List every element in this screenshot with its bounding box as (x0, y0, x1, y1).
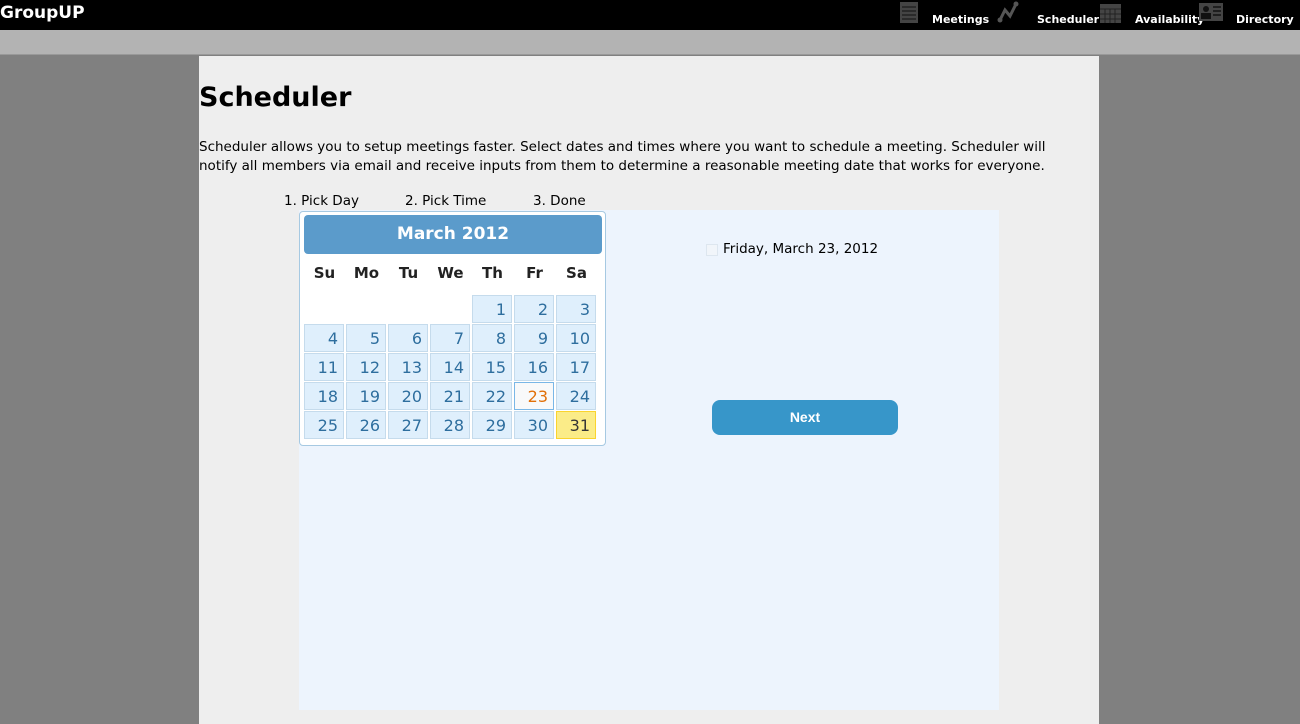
weekday-header: Sa (566, 264, 587, 282)
contact-card-icon (1199, 3, 1223, 21)
calendar-day[interactable]: 30 (514, 411, 554, 439)
calendar-month-title: March 2012 (304, 215, 602, 254)
content-panel: Scheduler Scheduler allows you to setup … (199, 56, 1099, 724)
calendar-day[interactable]: 2 (514, 295, 554, 323)
calendar-icon (1100, 4, 1121, 23)
next-button[interactable]: Next (712, 400, 898, 435)
calendar-day[interactable]: 4 (304, 324, 344, 352)
top-bar: GroupUP Meetings Scheduler Availability … (0, 0, 1300, 30)
line-graph-icon (997, 1, 1019, 23)
nav-meetings[interactable]: Meetings (898, 0, 990, 30)
calendar-day[interactable]: 24 (556, 382, 596, 410)
calendar-day[interactable]: 8 (472, 324, 512, 352)
nav-availability[interactable]: Availability (1099, 0, 1204, 30)
app-logo[interactable]: GroupUP (0, 3, 85, 23)
weekday-header: Mo (353, 264, 380, 282)
calendar-day[interactable]: 1 (472, 295, 512, 323)
calendar-day[interactable]: 31 (556, 411, 596, 439)
calendar-day[interactable]: 25 (304, 411, 344, 439)
calendar-day[interactable]: 23 (514, 382, 554, 410)
sub-bar (0, 30, 1300, 55)
calendar-day[interactable]: 21 (430, 382, 470, 410)
calendar-day[interactable]: 3 (556, 295, 596, 323)
calendar-day[interactable]: 17 (556, 353, 596, 381)
calendar-day[interactable]: 18 (304, 382, 344, 410)
weekday-header: Fr (526, 264, 543, 282)
page-title: Scheduler (199, 82, 352, 113)
date-checkbox[interactable] (706, 244, 718, 256)
nav-directory[interactable]: Directory (1199, 0, 1294, 30)
calendar-day[interactable]: 10 (556, 324, 596, 352)
calendar-day[interactable]: 6 (388, 324, 428, 352)
page-description: Scheduler allows you to setup meetings f… (199, 139, 1046, 174)
weekday-header: Su (313, 264, 336, 282)
calendar-day[interactable]: 13 (388, 353, 428, 381)
datepicker: March 2012 Su Mo Tu We Th Fr Sa 1 2 3 4 5 6 7 8 9 10 11 1… (299, 211, 606, 446)
calendar-day[interactable]: 20 (388, 382, 428, 410)
calendar-day[interactable]: 29 (472, 411, 512, 439)
calendar-day[interactable]: 14 (430, 353, 470, 381)
calendar-day[interactable]: 9 (514, 324, 554, 352)
calendar-day[interactable]: 5 (346, 324, 386, 352)
notepad-icon (900, 2, 918, 23)
weekday-header: Tu (398, 264, 419, 282)
calendar-day[interactable]: 22 (472, 382, 512, 410)
nav-label: Meetings (932, 13, 990, 26)
calendar-day[interactable]: 26 (346, 411, 386, 439)
calendar-day[interactable]: 12 (346, 353, 386, 381)
calendar-day[interactable]: 11 (304, 353, 344, 381)
weekday-header: Th (482, 264, 503, 282)
calendar-day[interactable]: 27 (388, 411, 428, 439)
step-pick-day: 1. Pick Day (284, 193, 359, 209)
calendar-day[interactable]: 16 (514, 353, 554, 381)
calendar-day[interactable]: 7 (430, 324, 470, 352)
calendar-day[interactable]: 28 (430, 411, 470, 439)
nav-scheduler[interactable]: Scheduler (997, 0, 1099, 30)
step-pick-time: 2. Pick Time (405, 193, 487, 209)
scheduler-area: March 2012 Su Mo Tu We Th Fr Sa 1 2 3 4 5 6 7 8 9 10 11 1… (299, 210, 999, 710)
nav-label: Availability (1135, 13, 1205, 26)
weekday-header: We (437, 264, 464, 282)
nav-label: Scheduler (1037, 13, 1100, 26)
selected-date-label: Friday, March 23, 2012 (723, 241, 879, 257)
calendar-day[interactable]: 15 (472, 353, 512, 381)
calendar-day[interactable]: 19 (346, 382, 386, 410)
step-done: 3. Done (533, 193, 586, 209)
nav-label: Directory (1236, 13, 1294, 26)
